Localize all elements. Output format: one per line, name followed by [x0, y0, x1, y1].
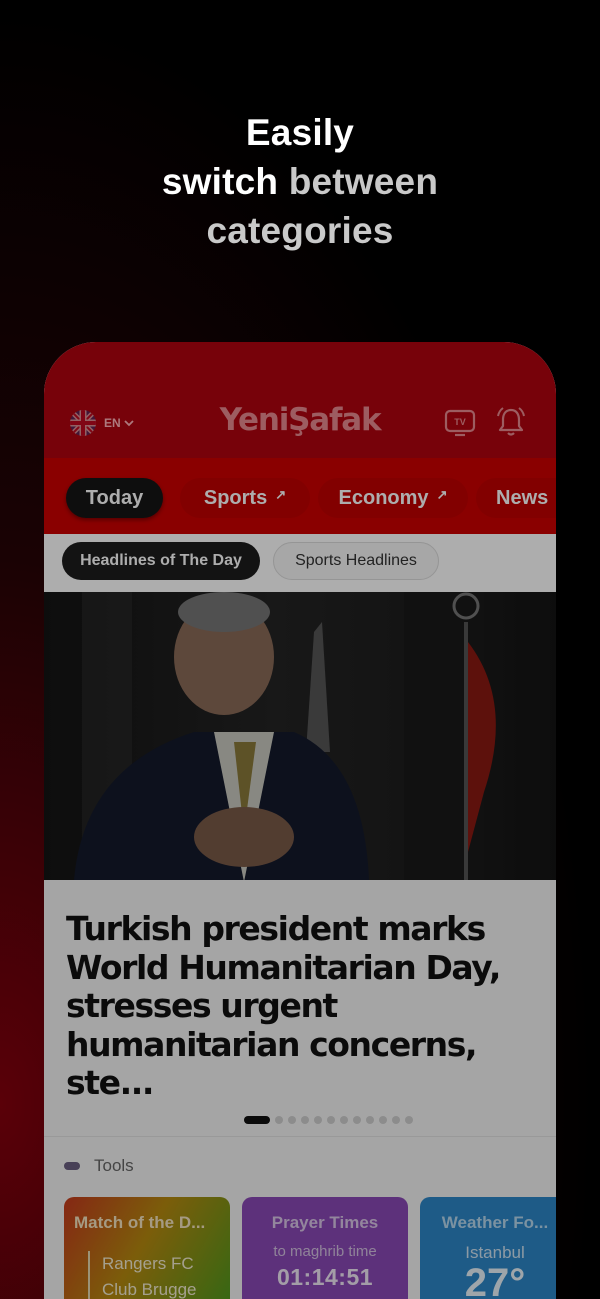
carousel-dot[interactable] [313, 1116, 322, 1124]
app-header: EN YeniŞafak TV [44, 342, 556, 458]
carousel-dot[interactable] [243, 1116, 270, 1124]
carousel-dot[interactable] [287, 1116, 296, 1124]
tab-news[interactable]: News [476, 478, 556, 518]
tv-icon[interactable]: TV [444, 408, 476, 443]
team-home: Rangers FC [102, 1254, 194, 1273]
weather-forecast-card[interactable]: Weather Fo... Istanbul 27° [420, 1197, 556, 1299]
match-teams: Rangers FC Club Brugge [88, 1251, 197, 1299]
carousel-dot[interactable] [326, 1116, 335, 1124]
carousel-dot[interactable] [404, 1116, 413, 1124]
prayer-times-card[interactable]: Prayer Times to maghrib time 01:14:51 [242, 1197, 408, 1299]
external-arrow-icon: ↗ [436, 487, 448, 502]
promo-text: Easily switch between categories [0, 108, 600, 255]
tab-today[interactable]: Today [66, 478, 163, 518]
carousel-dot[interactable] [365, 1116, 374, 1124]
promo-line-1: Easily [245, 112, 355, 153]
match-of-the-day-card[interactable]: Match of the D... Rangers FC Club Brugge [64, 1197, 230, 1299]
tab-economy[interactable]: Economy ↗ [318, 478, 468, 518]
notification-bell-icon[interactable] [496, 406, 526, 443]
tools-label: Tools [94, 1156, 134, 1175]
featured-headline[interactable]: Turkish president marks World Humanitari… [66, 909, 544, 1103]
app-logo: YeniŞafak [219, 402, 382, 438]
weather-city: Istanbul [465, 1243, 525, 1262]
weather-temperature: 27° [464, 1261, 526, 1299]
subcategory-chips: Headlines of The Day Sports Headlines [44, 534, 556, 592]
prayer-subtitle: to maghrib time [273, 1243, 377, 1260]
featured-image[interactable] [44, 592, 556, 880]
carousel-dot[interactable] [352, 1116, 361, 1124]
tools-section-header: Tools [64, 1156, 134, 1176]
card-title: Prayer Times [271, 1213, 379, 1232]
tools-indicator-icon [64, 1162, 80, 1170]
carousel-dot[interactable] [391, 1116, 400, 1124]
carousel-dot[interactable] [339, 1116, 348, 1124]
phone-screen: EN YeniŞafak TV Today Sports ↗ Economy ↗… [44, 342, 556, 1299]
card-title: Match of the D... [74, 1213, 206, 1232]
card-title: Weather Fo... [441, 1213, 549, 1232]
promo-line-2-rest: between [288, 161, 439, 202]
carousel-dot[interactable] [274, 1116, 283, 1124]
tab-sports[interactable]: Sports ↗ [180, 478, 310, 518]
carousel-dot[interactable] [378, 1116, 387, 1124]
chip-sports-headlines[interactable]: Sports Headlines [273, 542, 439, 580]
tv-label: TV [454, 417, 466, 427]
chip-headlines-of-the-day[interactable]: Headlines of The Day [62, 542, 260, 580]
external-arrow-icon: ↗ [275, 487, 287, 502]
prayer-countdown: 01:14:51 [276, 1264, 374, 1290]
carousel-dot[interactable] [300, 1116, 309, 1124]
promo-line-2-highlight: switch [161, 161, 279, 202]
category-tabs: Today Sports ↗ Economy ↗ News [44, 458, 556, 534]
promo-line-3: categories [206, 210, 394, 251]
team-away: Club Brugge [102, 1280, 197, 1299]
divider [44, 1136, 556, 1137]
carousel-pagination [72, 1116, 556, 1124]
